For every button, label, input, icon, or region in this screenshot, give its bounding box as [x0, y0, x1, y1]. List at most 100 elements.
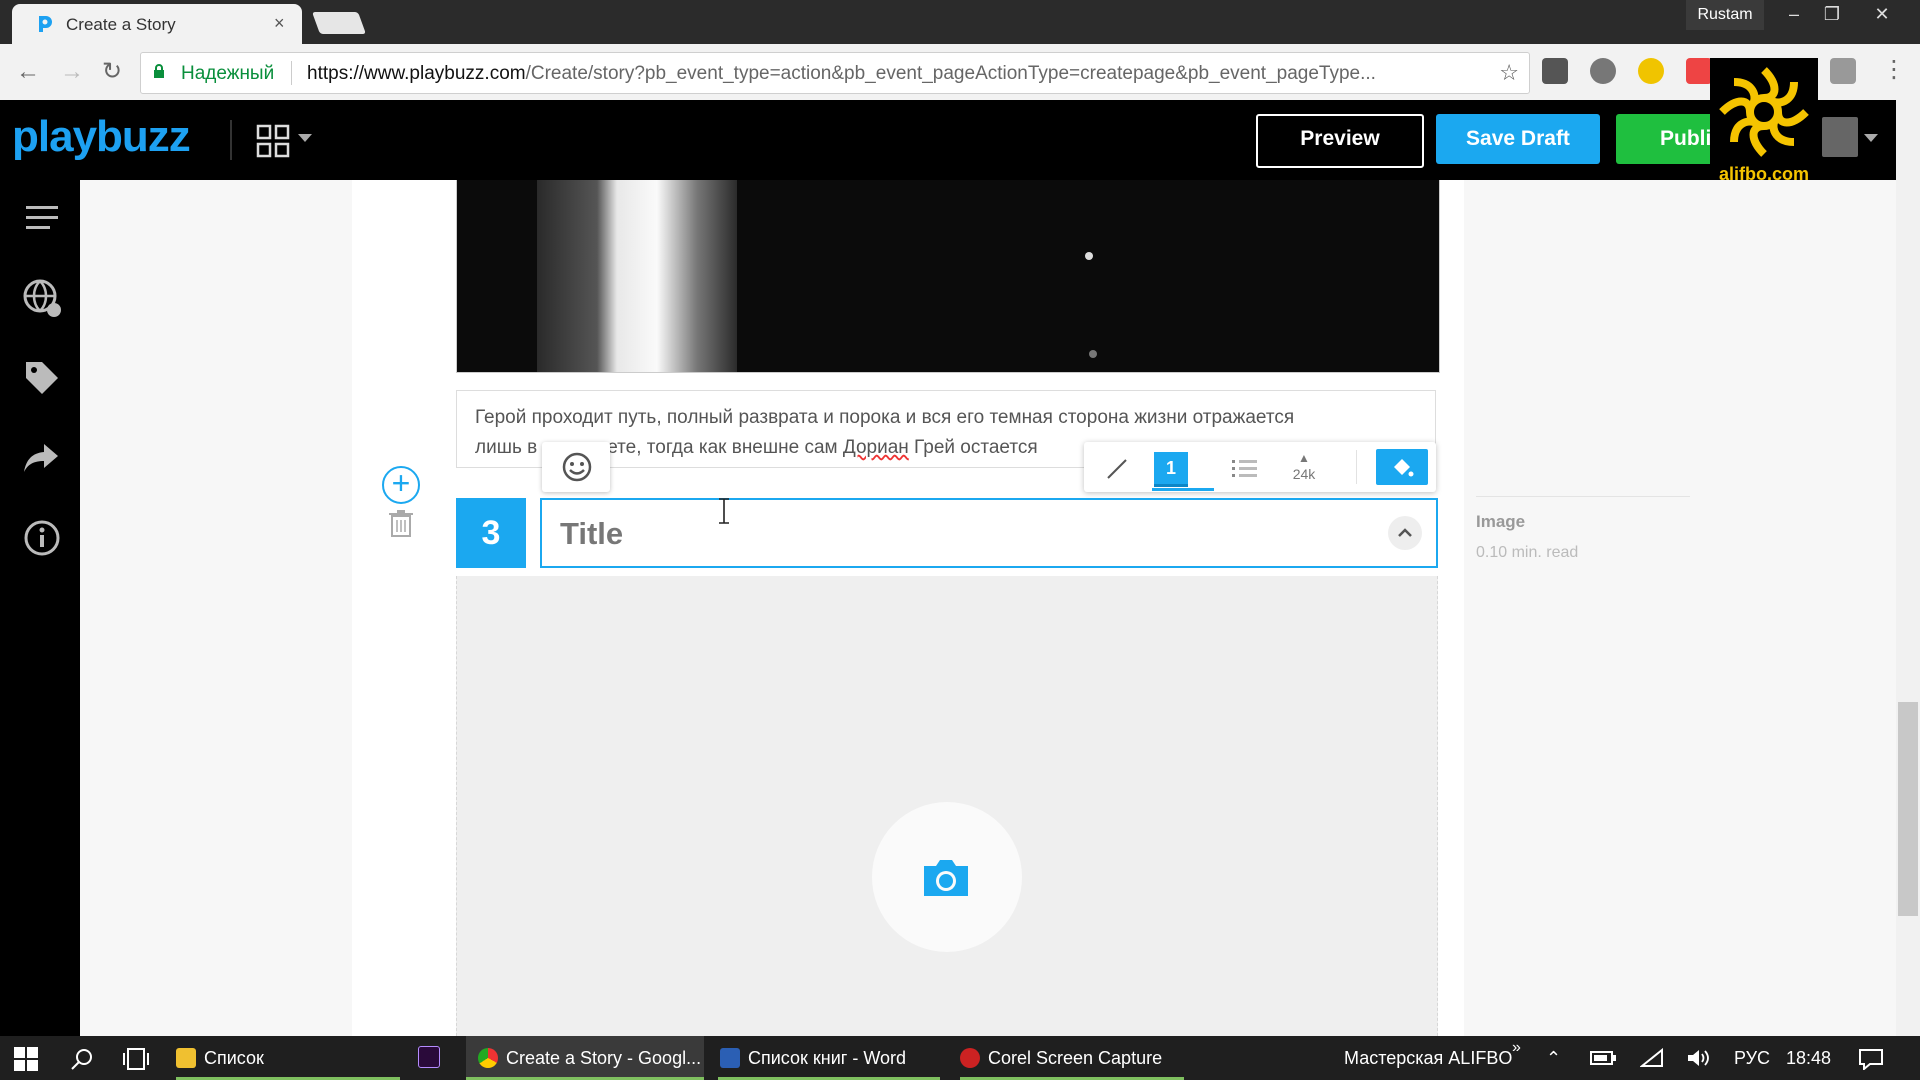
caret-up-icon: ▲	[1298, 451, 1310, 465]
taskbar-item-folder[interactable]: Список	[176, 1036, 400, 1080]
bookmark-star-icon[interactable]: ☆	[1499, 60, 1519, 86]
browser-tab[interactable]: Create a Story ×	[12, 4, 302, 44]
text-format-toolbar: 1 ▲ 24k	[1084, 442, 1436, 492]
paint-bucket-button[interactable]	[1376, 449, 1428, 485]
taskbar-item-label: Corel Screen Capture	[988, 1048, 1163, 1068]
video-frame[interactable]	[456, 180, 1440, 373]
windows-start-icon[interactable]	[14, 1047, 38, 1071]
volume-icon[interactable]	[1686, 1048, 1712, 1068]
active-tool-indicator	[1152, 488, 1214, 491]
notifications-icon[interactable]	[1858, 1048, 1884, 1070]
tab-title: Create a Story	[66, 15, 176, 34]
video-light-spot	[1089, 350, 1097, 358]
watermark-logo: alifbo.com	[1710, 58, 1818, 190]
bulb-extension-icon[interactable]	[1590, 58, 1616, 84]
chevron-up-icon	[1398, 528, 1412, 537]
color-extension-icon[interactable]	[1686, 58, 1712, 84]
taskbar-item-corel[interactable]: Corel Screen Capture	[960, 1036, 1184, 1080]
playbuzz-favicon-icon	[39, 16, 52, 32]
list-icon[interactable]	[1230, 452, 1260, 484]
misspelled-word[interactable]: Дориан	[843, 437, 909, 458]
collapse-button[interactable]	[1388, 516, 1422, 550]
right-panel	[1464, 180, 1896, 1036]
save-draft-button[interactable]: Save Draft	[1436, 114, 1600, 164]
avatar-chevron-down-icon[interactable]	[1864, 134, 1878, 142]
taskbar-item-premiere[interactable]	[418, 1036, 458, 1080]
secure-label: Надежный	[181, 63, 275, 84]
add-item-button[interactable]: +	[382, 466, 420, 504]
title-input[interactable]	[558, 510, 1362, 558]
toolbar-title[interactable]: Мастерская ALIFBO	[1344, 1036, 1512, 1080]
browser-toolbar: ← → ↻ Надежный https://www.playbuzz.com/…	[0, 44, 1920, 101]
browser-user-chip[interactable]: Rustam	[1686, 0, 1764, 30]
pen-icon[interactable]	[1104, 452, 1130, 484]
language-indicator[interactable]: РУС	[1734, 1036, 1770, 1080]
smiley-icon	[562, 452, 592, 482]
read-time-label: 0.10 min. read	[1476, 544, 1579, 561]
item-title-field[interactable]	[540, 498, 1438, 568]
search-icon[interactable]	[70, 1047, 94, 1071]
info-icon[interactable]	[20, 516, 64, 560]
right-panel-divider	[1476, 496, 1690, 497]
s-extension-icon[interactable]	[1830, 58, 1856, 84]
header-divider	[230, 120, 232, 160]
left-sidebar	[0, 180, 80, 1036]
taskbar-item-label: Create a Story - Googl...	[506, 1048, 702, 1068]
pocket-extension-icon[interactable]	[1542, 58, 1568, 84]
apps-grid-icon[interactable]	[256, 124, 290, 158]
publish-button[interactable]: Publi	[1616, 114, 1720, 164]
camera-icon[interactable]	[920, 858, 972, 898]
app-header: playbuzz Preview Save Draft Publi	[0, 100, 1920, 180]
playbuzz-logo[interactable]: playbuzz	[12, 112, 191, 162]
emoji-button[interactable]	[542, 442, 610, 492]
share-icon[interactable]	[20, 436, 64, 480]
globe-settings-icon[interactable]	[20, 276, 64, 320]
tab-close-icon[interactable]: ×	[274, 13, 285, 34]
taskbar-item-chrome[interactable]: Create a Story - Googl...	[466, 1036, 704, 1080]
address-bar[interactable]: Надежный https://www.playbuzz.com/Create…	[140, 52, 1530, 94]
task-view-icon[interactable]	[122, 1047, 150, 1071]
watermark-emblem-icon	[1719, 67, 1809, 157]
wifi-icon[interactable]	[1640, 1048, 1664, 1068]
tray-overflow-icon[interactable]: ⌃	[1546, 1036, 1561, 1080]
windows-taskbar: Список Create a Story - Googl... Список …	[0, 1036, 1920, 1080]
item-number-badge: 3	[456, 498, 526, 568]
browser-menu-icon[interactable]: ⋮	[1878, 54, 1910, 86]
clock[interactable]: 18:48	[1786, 1036, 1831, 1080]
corel-capture-icon	[960, 1048, 980, 1068]
url-text[interactable]: https://www.playbuzz.com/Create/story?pb…	[307, 63, 1627, 85]
minimize-button[interactable]: –	[1774, 0, 1814, 30]
section-type-label[interactable]: Image	[1476, 512, 1525, 532]
video-light-spot	[1085, 252, 1093, 260]
premiere-icon	[418, 1046, 440, 1068]
menu-icon[interactable]	[20, 196, 64, 240]
text-cursor-icon	[719, 498, 729, 524]
lock-icon	[154, 64, 164, 78]
new-tab-button[interactable]	[311, 12, 367, 34]
preview-button[interactable]: Preview	[1256, 114, 1424, 168]
scrollbar-thumb[interactable]	[1898, 702, 1918, 916]
m-extension-icon[interactable]	[1638, 58, 1664, 84]
paint-bucket-icon	[1394, 459, 1414, 477]
toolbar-expand-chevron[interactable]: »	[1512, 1026, 1521, 1070]
paragraph-fragment: лишь в	[475, 437, 538, 458]
close-window-button[interactable]: ✕	[1862, 0, 1902, 30]
reload-icon[interactable]: ↻	[96, 56, 128, 88]
back-icon[interactable]: ←	[12, 56, 44, 88]
paragraph-fragment: ете, тогда как внешне сам	[607, 437, 843, 458]
trash-icon[interactable]	[389, 510, 413, 538]
taskbar-item-word[interactable]: Список книг - Word	[718, 1036, 940, 1080]
chevron-down-icon[interactable]	[298, 134, 312, 142]
battery-icon[interactable]	[1590, 1051, 1616, 1065]
avatar[interactable]	[1822, 117, 1858, 157]
taskbar-item-label: Список книг - Word	[748, 1048, 907, 1068]
tag-icon[interactable]	[20, 356, 64, 400]
browser-tab-bar: Create a Story × Rustam – ❐ ✕	[0, 0, 1920, 44]
restore-button[interactable]: ❐	[1812, 0, 1852, 30]
url-host: https://www.playbuzz.com	[307, 63, 526, 84]
video-figure	[537, 180, 737, 372]
word-icon	[720, 1048, 740, 1068]
text-size-button[interactable]: ▲ 24k	[1284, 450, 1324, 482]
forward-icon[interactable]: →	[56, 56, 88, 88]
numbered-style-button[interactable]: 1	[1154, 452, 1188, 487]
